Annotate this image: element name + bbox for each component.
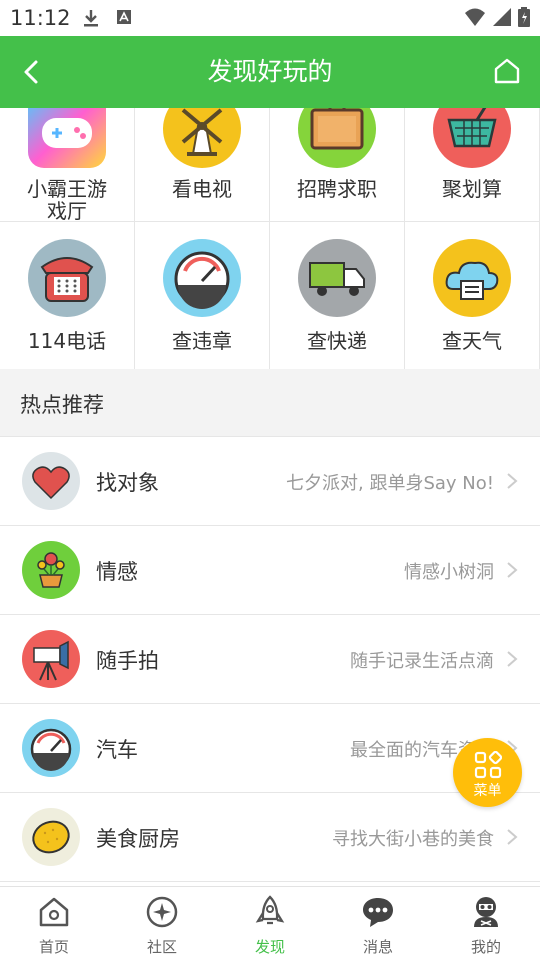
list-item-emotion[interactable]: 情感 情感小树洞 xyxy=(0,526,540,615)
telephone-icon xyxy=(28,239,106,317)
flower-pot-icon xyxy=(22,541,80,599)
grid-item-114[interactable]: 114电话 xyxy=(0,222,135,369)
chat-bubble-icon xyxy=(363,898,393,927)
grid-item-label: 查违章 xyxy=(172,329,232,353)
grid-item-label: 查快递 xyxy=(307,329,367,353)
list-item-title: 随手拍 xyxy=(96,649,159,673)
section-title: 热点推荐 xyxy=(20,393,104,417)
grid-item-express[interactable]: 查快递 xyxy=(270,222,405,369)
list-item-food[interactable]: 美食厨房 寻找大街小巷的美食 xyxy=(0,793,540,882)
nav-item-home[interactable]: 首页 xyxy=(0,887,108,961)
grid-item-label: 看电视 xyxy=(172,177,232,201)
status-bar: 11:12 xyxy=(0,0,540,36)
grid-row-1: 小霸王游 戏厅 看电视 招聘求职 聚划算 xyxy=(0,108,540,222)
speedometer-icon xyxy=(22,719,80,777)
grid-item-deals[interactable]: 聚划算 xyxy=(405,108,540,221)
list-item-subtitle: 随手记录生活点滴 xyxy=(350,651,494,672)
nav-label: 发现 xyxy=(254,938,285,956)
keyboard-a-icon xyxy=(117,10,131,24)
list-item-snapshot[interactable]: 随手拍 随手记录生活点滴 xyxy=(0,615,540,704)
app-header: 发现好玩的 xyxy=(0,36,540,108)
list-item-dating[interactable]: 找对象 七夕派对, 跟单身Say No! xyxy=(0,437,540,526)
grid-item-label: 查天气 xyxy=(442,329,502,353)
nav-label: 我的 xyxy=(470,938,501,956)
grid-menu-icon xyxy=(474,751,502,779)
profile-icon xyxy=(474,897,498,927)
nav-label: 社区 xyxy=(146,938,177,956)
grid-item-label: 小霸王游 戏厅 xyxy=(27,177,107,222)
page-title: 发现好玩的 xyxy=(207,57,333,86)
lemon-icon xyxy=(22,808,80,866)
home-icon xyxy=(39,897,69,927)
weather-cloud-icon xyxy=(433,239,511,317)
chevron-right-icon xyxy=(507,829,518,845)
service-grid: 小霸王游 戏厅 看电视 招聘求职 聚划算 114电话 查违章 查快递 查天气 xyxy=(0,108,540,370)
chevron-right-icon xyxy=(507,473,518,489)
list-item-subtitle: 寻找大街小巷的美食 xyxy=(332,829,494,850)
chevron-right-icon xyxy=(507,562,518,578)
bottom-nav: 首页 社区 发现 消息 我的 xyxy=(0,886,540,961)
grid-item-violation[interactable]: 查违章 xyxy=(135,222,270,369)
grid-item-tv[interactable]: 看电视 xyxy=(135,108,270,221)
grid-item-label: 聚划算 xyxy=(442,177,502,201)
grid-item-label: 招聘求职 xyxy=(297,177,377,201)
grid-item-label: 114电话 xyxy=(27,329,107,353)
nav-label: 消息 xyxy=(362,938,393,956)
truck-icon xyxy=(298,239,376,317)
heart-icon xyxy=(22,452,80,510)
grid-item-jobs[interactable]: 招聘求职 xyxy=(270,108,405,221)
list-item-subtitle: 七夕派对, 跟单身Say No! xyxy=(286,473,494,494)
nav-label: 首页 xyxy=(38,938,69,956)
windmill-icon xyxy=(163,108,241,168)
menu-fab-button[interactable]: 菜单 xyxy=(453,738,522,807)
briefcase-icon xyxy=(298,108,376,168)
section-header: 热点推荐 xyxy=(0,369,540,437)
grid-row-2: 114电话 查违章 查快递 查天气 xyxy=(0,222,540,370)
chevron-right-icon xyxy=(507,651,518,667)
gamepad-icon xyxy=(28,108,106,168)
grid-item-weather[interactable]: 查天气 xyxy=(405,222,540,369)
grid-item-game-hall[interactable]: 小霸王游 戏厅 xyxy=(0,108,135,221)
status-time: 11:12 xyxy=(10,6,71,30)
basket-icon xyxy=(433,108,511,168)
wifi-icon xyxy=(465,8,485,26)
recommend-list: 找对象 七夕派对, 跟单身Say No! 情感 情感小树洞 随手拍 随手记录生活… xyxy=(0,437,540,882)
nav-item-mine[interactable]: 我的 xyxy=(432,887,540,961)
list-item-title: 找对象 xyxy=(96,471,159,495)
nav-item-messages[interactable]: 消息 xyxy=(324,887,432,961)
signal-icon xyxy=(493,8,511,26)
speedometer-icon xyxy=(163,239,241,317)
list-item-title: 美食厨房 xyxy=(96,827,180,851)
battery-icon xyxy=(518,7,530,27)
nav-item-community[interactable]: 社区 xyxy=(108,887,216,961)
download-icon xyxy=(84,10,98,27)
status-right xyxy=(464,7,530,27)
rocket-icon xyxy=(255,895,285,925)
menu-fab-label: 菜单 xyxy=(473,783,502,799)
camera-tripod-icon xyxy=(22,630,80,688)
community-icon xyxy=(146,896,178,928)
home-outline-icon[interactable] xyxy=(492,56,522,86)
list-item-title: 汽车 xyxy=(96,738,138,762)
nav-item-discover[interactable]: 发现 xyxy=(216,887,324,961)
list-item-subtitle: 情感小树洞 xyxy=(404,562,494,583)
list-item-title: 情感 xyxy=(96,560,138,584)
